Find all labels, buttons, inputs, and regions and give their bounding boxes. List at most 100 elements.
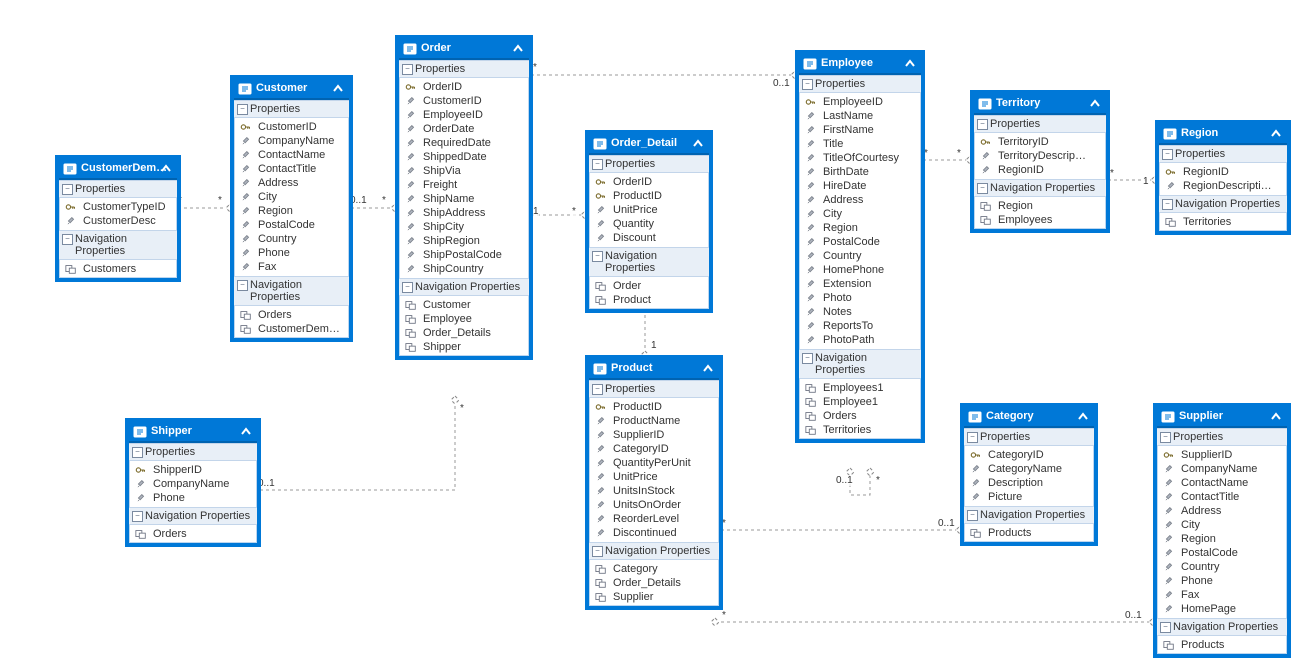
collapse-icon[interactable]: − [1162,149,1173,160]
collapse-icon[interactable]: − [237,104,248,115]
property-item[interactable]: CategoryID [964,448,1094,462]
property-item[interactable]: Fax [234,260,349,274]
property-item[interactable]: Description [964,476,1094,490]
property-item[interactable]: ProductName [589,414,719,428]
property-item[interactable]: City [799,207,921,221]
section-properties[interactable]: −Properties [1159,145,1287,163]
section-properties[interactable]: −Properties [1157,428,1287,446]
property-item[interactable]: EmployeeID [399,108,529,122]
collapse-icon[interactable]: − [62,184,73,195]
property-item[interactable]: ShipAddress [399,206,529,220]
section-properties[interactable]: −Properties [589,155,709,173]
property-item[interactable]: PostalCode [799,235,921,249]
property-item[interactable]: Address [234,176,349,190]
property-item[interactable]: TitleOfCourtesy [799,151,921,165]
section-properties[interactable]: −Properties [964,428,1094,446]
collapse-icon[interactable]: − [132,447,143,458]
entity-employee[interactable]: Employee−PropertiesEmployeeIDLastNameFir… [795,50,925,443]
navprop-item[interactable]: Products [964,526,1094,540]
navprop-item[interactable]: Employees [974,213,1106,227]
property-item[interactable]: Fax [1157,588,1287,602]
section-navprops[interactable]: −Navigation Properties [589,542,719,560]
collapse-icon[interactable]: − [132,511,143,522]
property-item[interactable]: SupplierID [589,428,719,442]
collapse-icon[interactable]: − [592,251,603,262]
entity-title[interactable]: Order_Detail [589,134,709,155]
section-navprops[interactable]: −Navigation Properties [799,349,921,379]
entity-title[interactable]: Order [399,39,529,60]
collapse-icon[interactable]: − [1160,622,1171,633]
property-item[interactable]: City [234,190,349,204]
entity-order[interactable]: Order−PropertiesOrderIDCustomerIDEmploye… [395,35,533,360]
property-item[interactable]: HireDate [799,179,921,193]
property-item[interactable]: ContactName [1157,476,1287,490]
navprop-item[interactable]: Customer [399,298,529,312]
section-properties[interactable]: −Properties [799,75,921,93]
entity-title[interactable]: Shipper [129,422,257,443]
property-item[interactable]: EmployeeID [799,95,921,109]
navprop-item[interactable]: Territories [799,423,921,437]
property-item[interactable]: CustomerID [399,94,529,108]
property-item[interactable]: CategoryID [589,442,719,456]
navprop-item[interactable]: Orders [129,527,257,541]
property-item[interactable]: ShipName [399,192,529,206]
entity-title[interactable]: Category [964,407,1094,428]
property-item[interactable]: Phone [234,246,349,260]
property-item[interactable]: ShipVia [399,164,529,178]
section-properties[interactable]: −Properties [129,443,257,461]
property-item[interactable]: ShipCity [399,220,529,234]
collapse-icon[interactable]: − [802,353,813,364]
property-item[interactable]: UnitPrice [589,470,719,484]
entity-supplier[interactable]: Supplier−PropertiesSupplierIDCompanyName… [1153,403,1291,658]
property-item[interactable]: ShipCountry [399,262,529,276]
property-item[interactable]: FirstName [799,123,921,137]
property-item[interactable]: ContactTitle [234,162,349,176]
property-item[interactable]: Country [234,232,349,246]
property-item[interactable]: OrderID [589,175,709,189]
property-item[interactable]: ReorderLevel [589,512,719,526]
entity-region[interactable]: Region−PropertiesRegionIDRegionDescripti… [1155,120,1291,235]
property-item[interactable]: RequiredDate [399,136,529,150]
entity-title[interactable]: Customer [234,79,349,100]
property-item[interactable]: Picture [964,490,1094,504]
property-item[interactable]: Extension [799,277,921,291]
property-item[interactable]: ShipRegion [399,234,529,248]
property-item[interactable]: City [1157,518,1287,532]
property-item[interactable]: ContactTitle [1157,490,1287,504]
entity-territory[interactable]: Territory−PropertiesTerritoryIDTerritory… [970,90,1110,233]
entity-title[interactable]: Product [589,359,719,380]
navprop-item[interactable]: Employee1 [799,395,921,409]
entity-custdemo[interactable]: CustomerDem…−PropertiesCustomerTypeIDCus… [55,155,181,282]
entity-title[interactable]: CustomerDem… [59,159,177,180]
property-item[interactable]: Discontinued [589,526,719,540]
property-item[interactable]: UnitsInStock [589,484,719,498]
property-item[interactable]: Photo [799,291,921,305]
section-navprops[interactable]: −Navigation Properties [589,247,709,277]
property-item[interactable]: UnitsOnOrder [589,498,719,512]
section-navprops[interactable]: −Navigation Properties [1159,195,1287,213]
navprop-item[interactable]: Order [589,279,709,293]
navprop-item[interactable]: Employee [399,312,529,326]
property-item[interactable]: CustomerDesc [59,214,177,228]
collapse-icon[interactable]: − [977,119,988,130]
property-item[interactable]: CompanyName [1157,462,1287,476]
collapse-icon[interactable]: − [402,64,413,75]
property-item[interactable]: Phone [129,491,257,505]
collapse-icon[interactable]: − [1160,432,1171,443]
section-navprops[interactable]: −Navigation Properties [234,276,349,306]
property-item[interactable]: LastName [799,109,921,123]
property-item[interactable]: Address [799,193,921,207]
property-item[interactable]: OrderDate [399,122,529,136]
property-item[interactable]: Discount [589,231,709,245]
property-item[interactable]: CompanyName [234,134,349,148]
collapse-icon[interactable]: − [592,384,603,395]
entity-title[interactable]: Region [1159,124,1287,145]
navprop-item[interactable]: Shipper [399,340,529,354]
property-item[interactable]: Address [1157,504,1287,518]
property-item[interactable]: Notes [799,305,921,319]
property-item[interactable]: Country [799,249,921,263]
property-item[interactable]: RegionID [974,163,1106,177]
property-item[interactable]: ProductID [589,400,719,414]
navprop-item[interactable]: Products [1157,638,1287,652]
collapse-icon[interactable]: − [802,79,813,90]
